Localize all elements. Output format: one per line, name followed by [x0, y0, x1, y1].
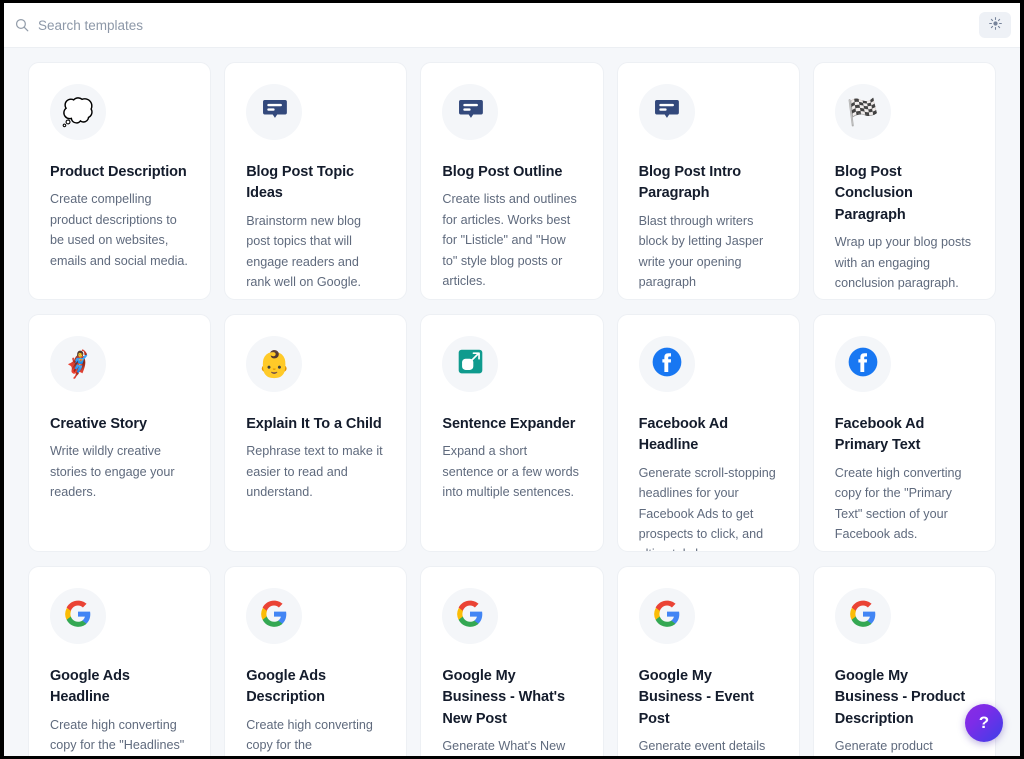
speech-bubble-icon	[653, 96, 680, 128]
template-card-icon	[638, 336, 695, 392]
template-card-title: Facebook Ad Primary Text	[834, 416, 925, 454]
template-card-icon	[834, 336, 891, 392]
template-card[interactable]: 💭 Product Description Create compelling pr…	[28, 62, 212, 300]
search-input[interactable]	[38, 13, 638, 37]
template-card-description: Wrap up your blog posts with an engaging…	[834, 235, 972, 291]
template-card-title: Blog Post Topic Ideas	[246, 164, 354, 202]
template-card[interactable]: Blog Post Outline Create lists and outlin…	[420, 62, 604, 300]
google-icon	[653, 600, 681, 633]
template-card-icon	[442, 588, 499, 644]
template-card-icon: 🏁	[834, 84, 891, 140]
template-card-description: Rephrase text to make it easier to read …	[246, 444, 383, 500]
search-icon	[15, 18, 29, 32]
template-card[interactable]: 🦸‍♀️ Creative Story Write wildly creative …	[28, 314, 212, 552]
template-card-title: Blog Post Outline	[442, 164, 563, 180]
google-icon	[849, 600, 877, 633]
template-card-icon	[442, 84, 499, 140]
template-card-icon	[50, 588, 106, 644]
template-card[interactable]: Google Ads Headline Create high convertin…	[28, 566, 212, 756]
template-card-icon	[246, 84, 303, 140]
checkered-flag-icon: 🏁	[846, 97, 879, 127]
template-card-title: Google My Business - Event Post	[638, 668, 754, 727]
template-card-icon	[638, 588, 695, 644]
template-card-title: Google My Business - What's New Post	[442, 668, 565, 727]
template-card-title: Product Description	[50, 164, 187, 180]
google-icon	[456, 600, 484, 633]
template-card-title: Facebook Ad Headline	[638, 416, 729, 454]
google-icon	[64, 600, 92, 633]
top-search-bar	[4, 3, 1020, 48]
template-card-description: Generate What's New post updates for Goo…	[442, 739, 566, 754]
template-card-description: Blast through writers block by letting J…	[638, 213, 764, 290]
speech-bubble-icon	[261, 96, 288, 128]
template-card[interactable]: Google My Business - What's New Post Gene…	[420, 566, 604, 756]
template-card-icon	[834, 588, 891, 644]
template-card-title: Sentence Expander	[442, 416, 576, 432]
template-card-description: Generate scroll-stopping headlines for y…	[638, 465, 776, 551]
template-card[interactable]: 🏁 Blog Post Conclusion Paragraph Wrap up y…	[812, 62, 996, 300]
search-field-wrapper[interactable]	[4, 3, 979, 47]
brightness-icon	[988, 17, 1002, 33]
template-card[interactable]: Sentence Expander Expand a short sentence…	[420, 314, 604, 552]
template-card[interactable]: Blog Post Topic Ideas Brainstorm new blog…	[224, 62, 408, 300]
brightness-toggle-button[interactable]	[979, 12, 1011, 38]
template-card-title: Blog Post Intro Paragraph	[638, 164, 742, 202]
template-card-title: Google My Business - Product Description	[834, 668, 966, 727]
app-frame: 💭 Product Description Create compelling pr…	[4, 3, 1020, 756]
template-card-description: Brainstorm new blog post topics that wil…	[246, 213, 361, 290]
template-card-description: Create lists and outlines for articles. …	[442, 192, 577, 289]
help-button[interactable]: ?	[965, 704, 1003, 742]
template-card-title: Creative Story	[50, 416, 147, 432]
template-card[interactable]: Google My Business - Event Post Generate …	[616, 566, 800, 756]
template-card-description: Create high converting copy for the "Pri…	[834, 465, 962, 542]
template-card-icon: 🦸‍♀️	[50, 336, 106, 392]
template-card-description: Generate product descriptions for your G…	[834, 739, 933, 754]
templates-grid: 💭 Product Description Create compelling pr…	[4, 48, 1020, 756]
google-icon	[260, 600, 288, 633]
template-card-description: Expand a short sentence or a few words i…	[442, 444, 579, 500]
template-card-title: Explain It To a Child	[246, 416, 382, 432]
thought-bubble-icon: 💭	[61, 97, 95, 127]
template-card[interactable]: Blog Post Intro Paragraph Blast through w…	[616, 62, 800, 300]
template-card-icon	[246, 588, 303, 644]
template-card[interactable]: Facebook Ad Primary Text Create high conv…	[812, 314, 996, 552]
expand-arrow-icon	[457, 348, 484, 380]
template-card[interactable]: Google Ads Description Create high conver…	[224, 566, 408, 756]
template-card-title: Google Ads Description	[246, 668, 327, 706]
facebook-icon	[848, 347, 878, 382]
template-card[interactable]: 👶 Explain It To a Child Rephrase text to m…	[224, 314, 408, 552]
template-card-description: Create high converting copy for the "Hea…	[50, 717, 185, 753]
speech-bubble-icon	[457, 96, 484, 128]
template-card-icon: 💭	[50, 84, 106, 140]
template-card-description: Write wildly creative stories to engage …	[50, 444, 175, 500]
template-card-icon	[442, 336, 499, 392]
template-card[interactable]: Facebook Ad Headline Generate scroll-stop…	[616, 314, 800, 552]
template-card-title: Blog Post Conclusion Paragraph	[834, 164, 913, 223]
template-card-icon	[638, 84, 695, 140]
facebook-icon	[652, 347, 682, 382]
template-card-description: Create compelling product descriptions t…	[50, 192, 188, 268]
baby-icon: 👶	[258, 349, 291, 379]
superhero-icon: 🦸‍♀️	[61, 349, 95, 379]
template-card-title: Google Ads Headline	[50, 668, 130, 706]
template-card-description: Generate event details for your Google M…	[638, 739, 766, 754]
template-card-icon: 👶	[246, 336, 303, 392]
template-card-description: Create high converting copy for the "Des…	[246, 717, 373, 753]
